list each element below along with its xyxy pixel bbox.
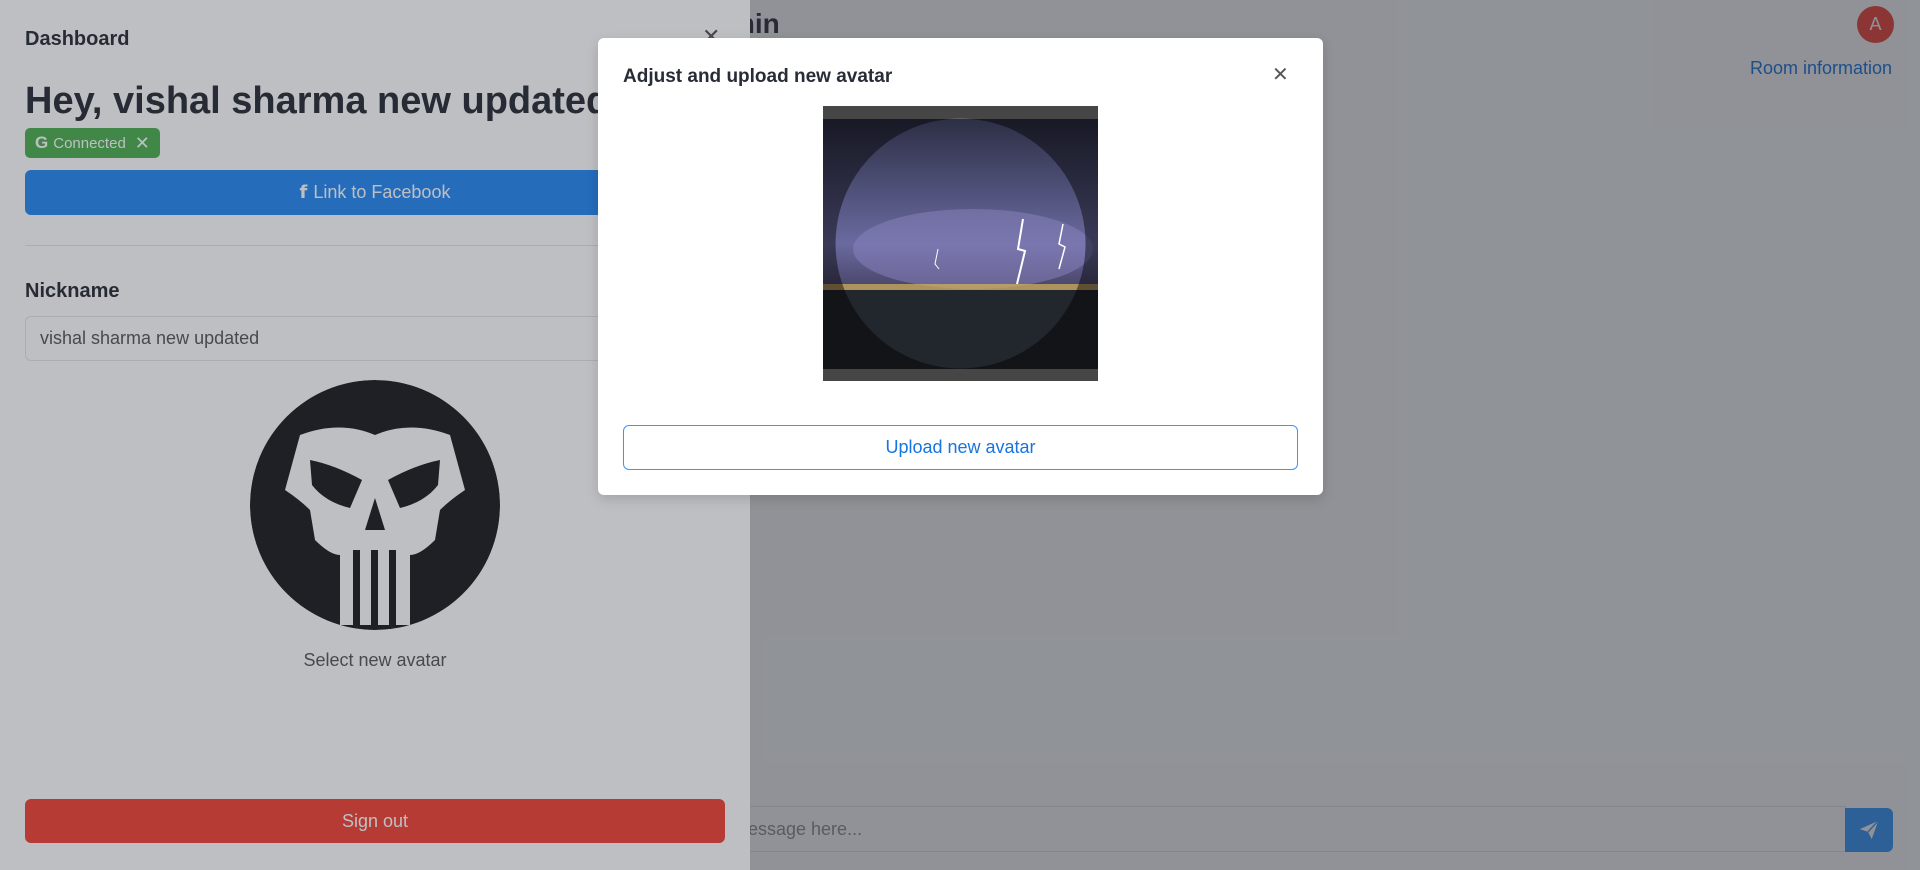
avatar-modal: Adjust and upload new avatar ✕ Upload ne… — [598, 38, 1323, 495]
modal-title: Adjust and upload new avatar — [623, 66, 893, 87]
avatar-editor[interactable] — [823, 106, 1098, 381]
crop-mask — [823, 106, 1098, 381]
upload-avatar-button[interactable]: Upload new avatar — [623, 425, 1298, 470]
close-icon[interactable]: ✕ — [1272, 62, 1289, 87]
